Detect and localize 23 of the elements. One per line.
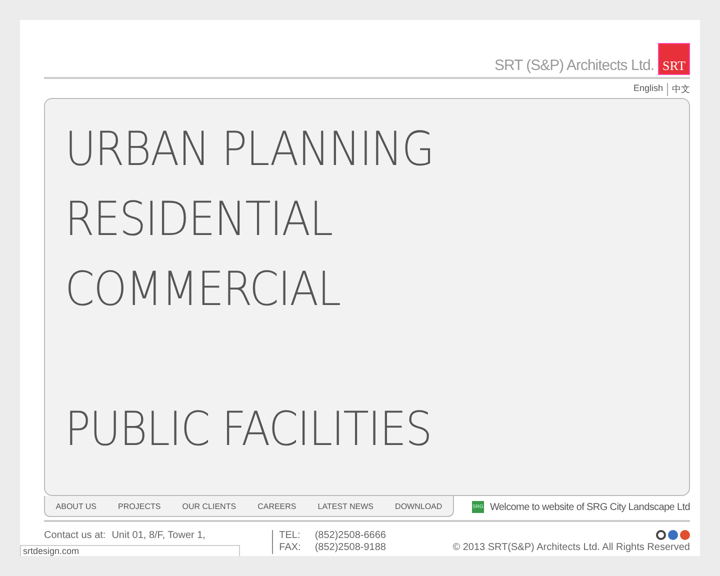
- service-heading: PUBLIC FACILITIES: [65, 401, 432, 459]
- nav-link[interactable]: OUR CLIENTS: [182, 502, 236, 510]
- status-bar: srtdesign.com: [20, 545, 240, 556]
- address-text: Unit 01, 8/F, Tower 1,: [112, 530, 206, 541]
- service-heading: URBAN PLANNING: [65, 121, 435, 179]
- tel-number: (852)2508-6666: [314, 530, 386, 542]
- fax-label: FAX:: [279, 542, 301, 554]
- nav-link[interactable]: PROJECTS: [118, 502, 161, 510]
- nav-link[interactable]: DOWNLOAD: [395, 502, 442, 510]
- service-heading: RESIDENTIAL: [65, 191, 334, 249]
- language-link[interactable]: English: [633, 83, 663, 96]
- fax-number: (852)2508-9188: [314, 542, 386, 554]
- contact-label: Contact us at:: [44, 530, 106, 541]
- welcome-text: Welcome to website of SRG City Landscape Ltd: [490, 502, 690, 512]
- company-name: SRT (S&P) Architects Ltd.: [494, 57, 654, 74]
- nav-link[interactable]: CAREERS: [258, 502, 296, 510]
- language-link[interactable]: 中文: [667, 83, 690, 96]
- tel-label: TEL:: [279, 530, 301, 542]
- company-logo[interactable]: SRT: [658, 43, 690, 75]
- copyright-text: © 2013 SRT(S&P) Architects Ltd. All Rights Reserved: [452, 542, 690, 553]
- service-heading: COMMERCIAL: [65, 261, 342, 319]
- nav-link[interactable]: ABOUT US: [56, 502, 97, 510]
- nav-link[interactable]: LATEST NEWS: [318, 502, 374, 510]
